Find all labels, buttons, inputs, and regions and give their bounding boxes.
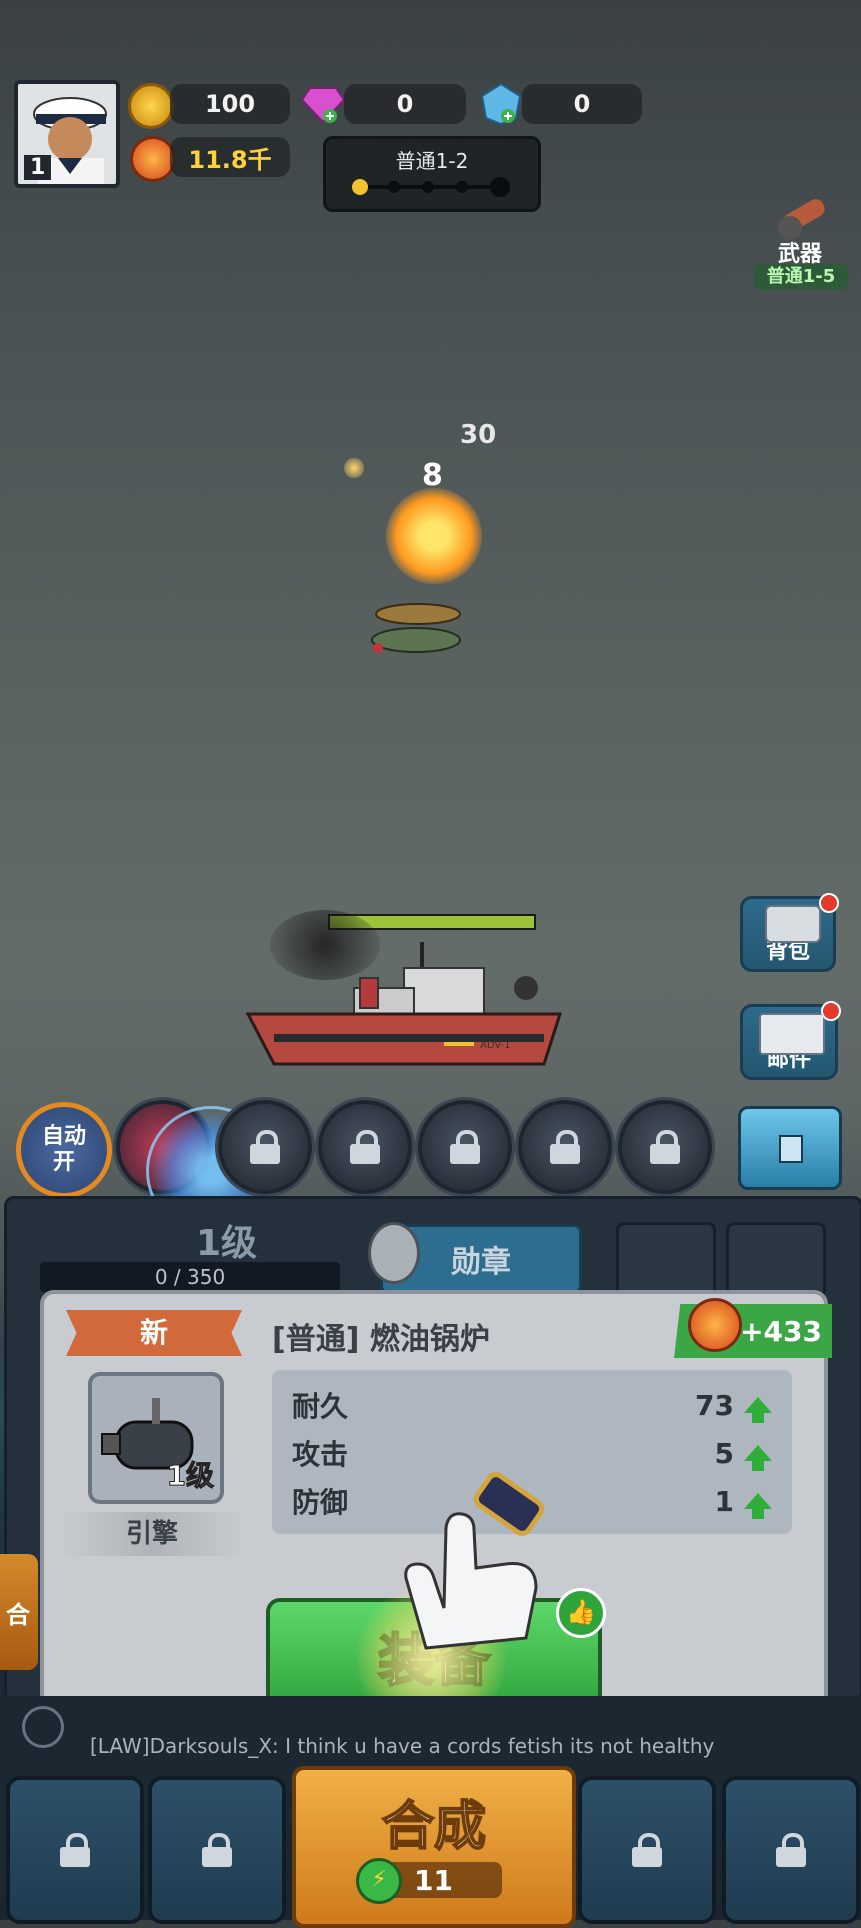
spark bbox=[344, 458, 364, 478]
weapon-stage-badge: 普通1-5 bbox=[754, 264, 848, 290]
auto-label: 自动 bbox=[41, 1124, 86, 1149]
stage-node bbox=[456, 181, 468, 193]
stage-node-current bbox=[352, 179, 368, 195]
chest-lock-icon bbox=[779, 1135, 803, 1163]
lock-icon bbox=[550, 1130, 580, 1164]
skill-slot-locked[interactable] bbox=[618, 1100, 712, 1194]
energy-icon: ⚡ bbox=[356, 1858, 402, 1904]
pink-gem-icon bbox=[300, 84, 346, 124]
locked-slot[interactable] bbox=[616, 1222, 716, 1298]
skill-slot-locked[interactable] bbox=[518, 1100, 612, 1194]
new-tag: 新 bbox=[66, 1310, 242, 1356]
item-type: 引擎 bbox=[60, 1512, 244, 1556]
envelope-icon bbox=[759, 1013, 825, 1055]
up-arrow-icon bbox=[744, 1493, 772, 1519]
up-arrow-icon bbox=[744, 1445, 772, 1471]
up-arrow-icon bbox=[744, 1397, 772, 1423]
player-level-badge: 1 bbox=[24, 155, 52, 180]
item-level: 1级 bbox=[166, 1459, 214, 1493]
merge-label: 合成 bbox=[381, 1796, 487, 1858]
power-counter: 11.8千 bbox=[170, 137, 290, 177]
stat-value: 1 bbox=[714, 1484, 734, 1518]
lock-icon bbox=[776, 1833, 806, 1867]
cannon-icon bbox=[778, 199, 825, 240]
item-icon-frame[interactable]: 1级 bbox=[88, 1372, 224, 1504]
merge-cost-box: ⚡ 11 bbox=[356, 1858, 502, 1904]
explosion-effect bbox=[386, 488, 482, 584]
stat-name: 防御 bbox=[292, 1486, 349, 1519]
power-gain-icon bbox=[688, 1298, 742, 1352]
chat-message: [LAW]Darksouls_X: I think u have a cords… bbox=[90, 1734, 715, 1758]
weapon-button[interactable]: 武器 普通1-5 bbox=[752, 192, 848, 292]
gold-coin-icon bbox=[128, 83, 174, 129]
medal-label: 勋章 bbox=[451, 1245, 511, 1280]
lock-icon bbox=[650, 1130, 680, 1164]
locked-equipment-slot[interactable] bbox=[6, 1776, 144, 1924]
item-title: [普通] 燃油锅炉 bbox=[272, 1322, 490, 1357]
chat-icon[interactable] bbox=[22, 1706, 64, 1748]
power-gain-value: +433 bbox=[740, 1314, 822, 1348]
locked-equipment-slot[interactable] bbox=[578, 1776, 716, 1924]
enemy-plane-icon bbox=[371, 603, 461, 653]
blue-gem-counter[interactable]: 0 bbox=[522, 84, 642, 124]
tutorial-hand-pointer-icon bbox=[404, 1472, 545, 1650]
skill-slot-locked[interactable] bbox=[218, 1100, 312, 1194]
lock-icon bbox=[60, 1833, 90, 1867]
stat-value: 73 bbox=[695, 1388, 734, 1422]
stage-name: 普通1-2 bbox=[395, 149, 469, 173]
lock-icon bbox=[632, 1833, 662, 1867]
stat-value: 5 bbox=[714, 1436, 734, 1470]
skill-slot-locked[interactable] bbox=[318, 1100, 412, 1194]
damage-number: 30 bbox=[460, 420, 497, 450]
skill-slot-locked[interactable] bbox=[418, 1100, 512, 1194]
locked-equipment-slot[interactable] bbox=[148, 1776, 286, 1924]
blue-gem-icon bbox=[480, 82, 522, 126]
stat-name: 耐久 bbox=[292, 1390, 349, 1423]
merge-button[interactable]: 合成 ⚡ 11 bbox=[292, 1766, 576, 1928]
item-popup: 新 [普通] 燃油锅炉 +433 1级 引擎 耐久 73 攻击 5 防御 1 装… bbox=[40, 1290, 832, 1746]
lock-icon bbox=[450, 1130, 480, 1164]
auto-toggle-button[interactable]: 自动 开 bbox=[16, 1102, 112, 1198]
auto-state: 开 bbox=[52, 1150, 75, 1175]
locked-equipment-slot[interactable] bbox=[722, 1776, 860, 1924]
medal-icon bbox=[368, 1222, 420, 1284]
bag-notification-dot bbox=[819, 893, 839, 913]
lock-icon bbox=[350, 1130, 380, 1164]
stage-progress-panel: 普通1-2 bbox=[323, 136, 541, 212]
lock-icon bbox=[250, 1130, 280, 1164]
player-avatar[interactable]: 1 bbox=[14, 80, 120, 188]
pink-gem-counter[interactable]: 0 bbox=[344, 84, 466, 124]
stage-node-boss bbox=[490, 177, 510, 197]
mail-button[interactable]: 邮件 bbox=[740, 1001, 841, 1080]
mail-notification-dot bbox=[821, 1001, 841, 1021]
side-merge-button-partial[interactable]: 合 bbox=[0, 1554, 38, 1670]
ship-hull-label: ADV-1 bbox=[480, 1040, 511, 1051]
treasure-chest-button[interactable] bbox=[738, 1106, 842, 1190]
ship-level: 1级 bbox=[196, 1223, 258, 1264]
camera-bag-icon bbox=[765, 905, 821, 943]
lock-icon bbox=[202, 1833, 232, 1867]
gold-counter: 100 bbox=[170, 84, 290, 124]
player-battleship bbox=[245, 942, 563, 1066]
merge-cost: 11 bbox=[414, 1864, 453, 1897]
ship-exp-bar: 0 / 350 bbox=[40, 1262, 340, 1292]
bag-button[interactable]: 背包 bbox=[740, 893, 839, 972]
stage-node bbox=[422, 181, 434, 193]
stat-row-durability: 耐久 73 bbox=[292, 1382, 772, 1428]
stat-name: 攻击 bbox=[292, 1438, 349, 1471]
stage-node bbox=[388, 181, 400, 193]
side-merge-label: 合 bbox=[6, 1600, 30, 1629]
locked-slot[interactable] bbox=[726, 1222, 826, 1298]
